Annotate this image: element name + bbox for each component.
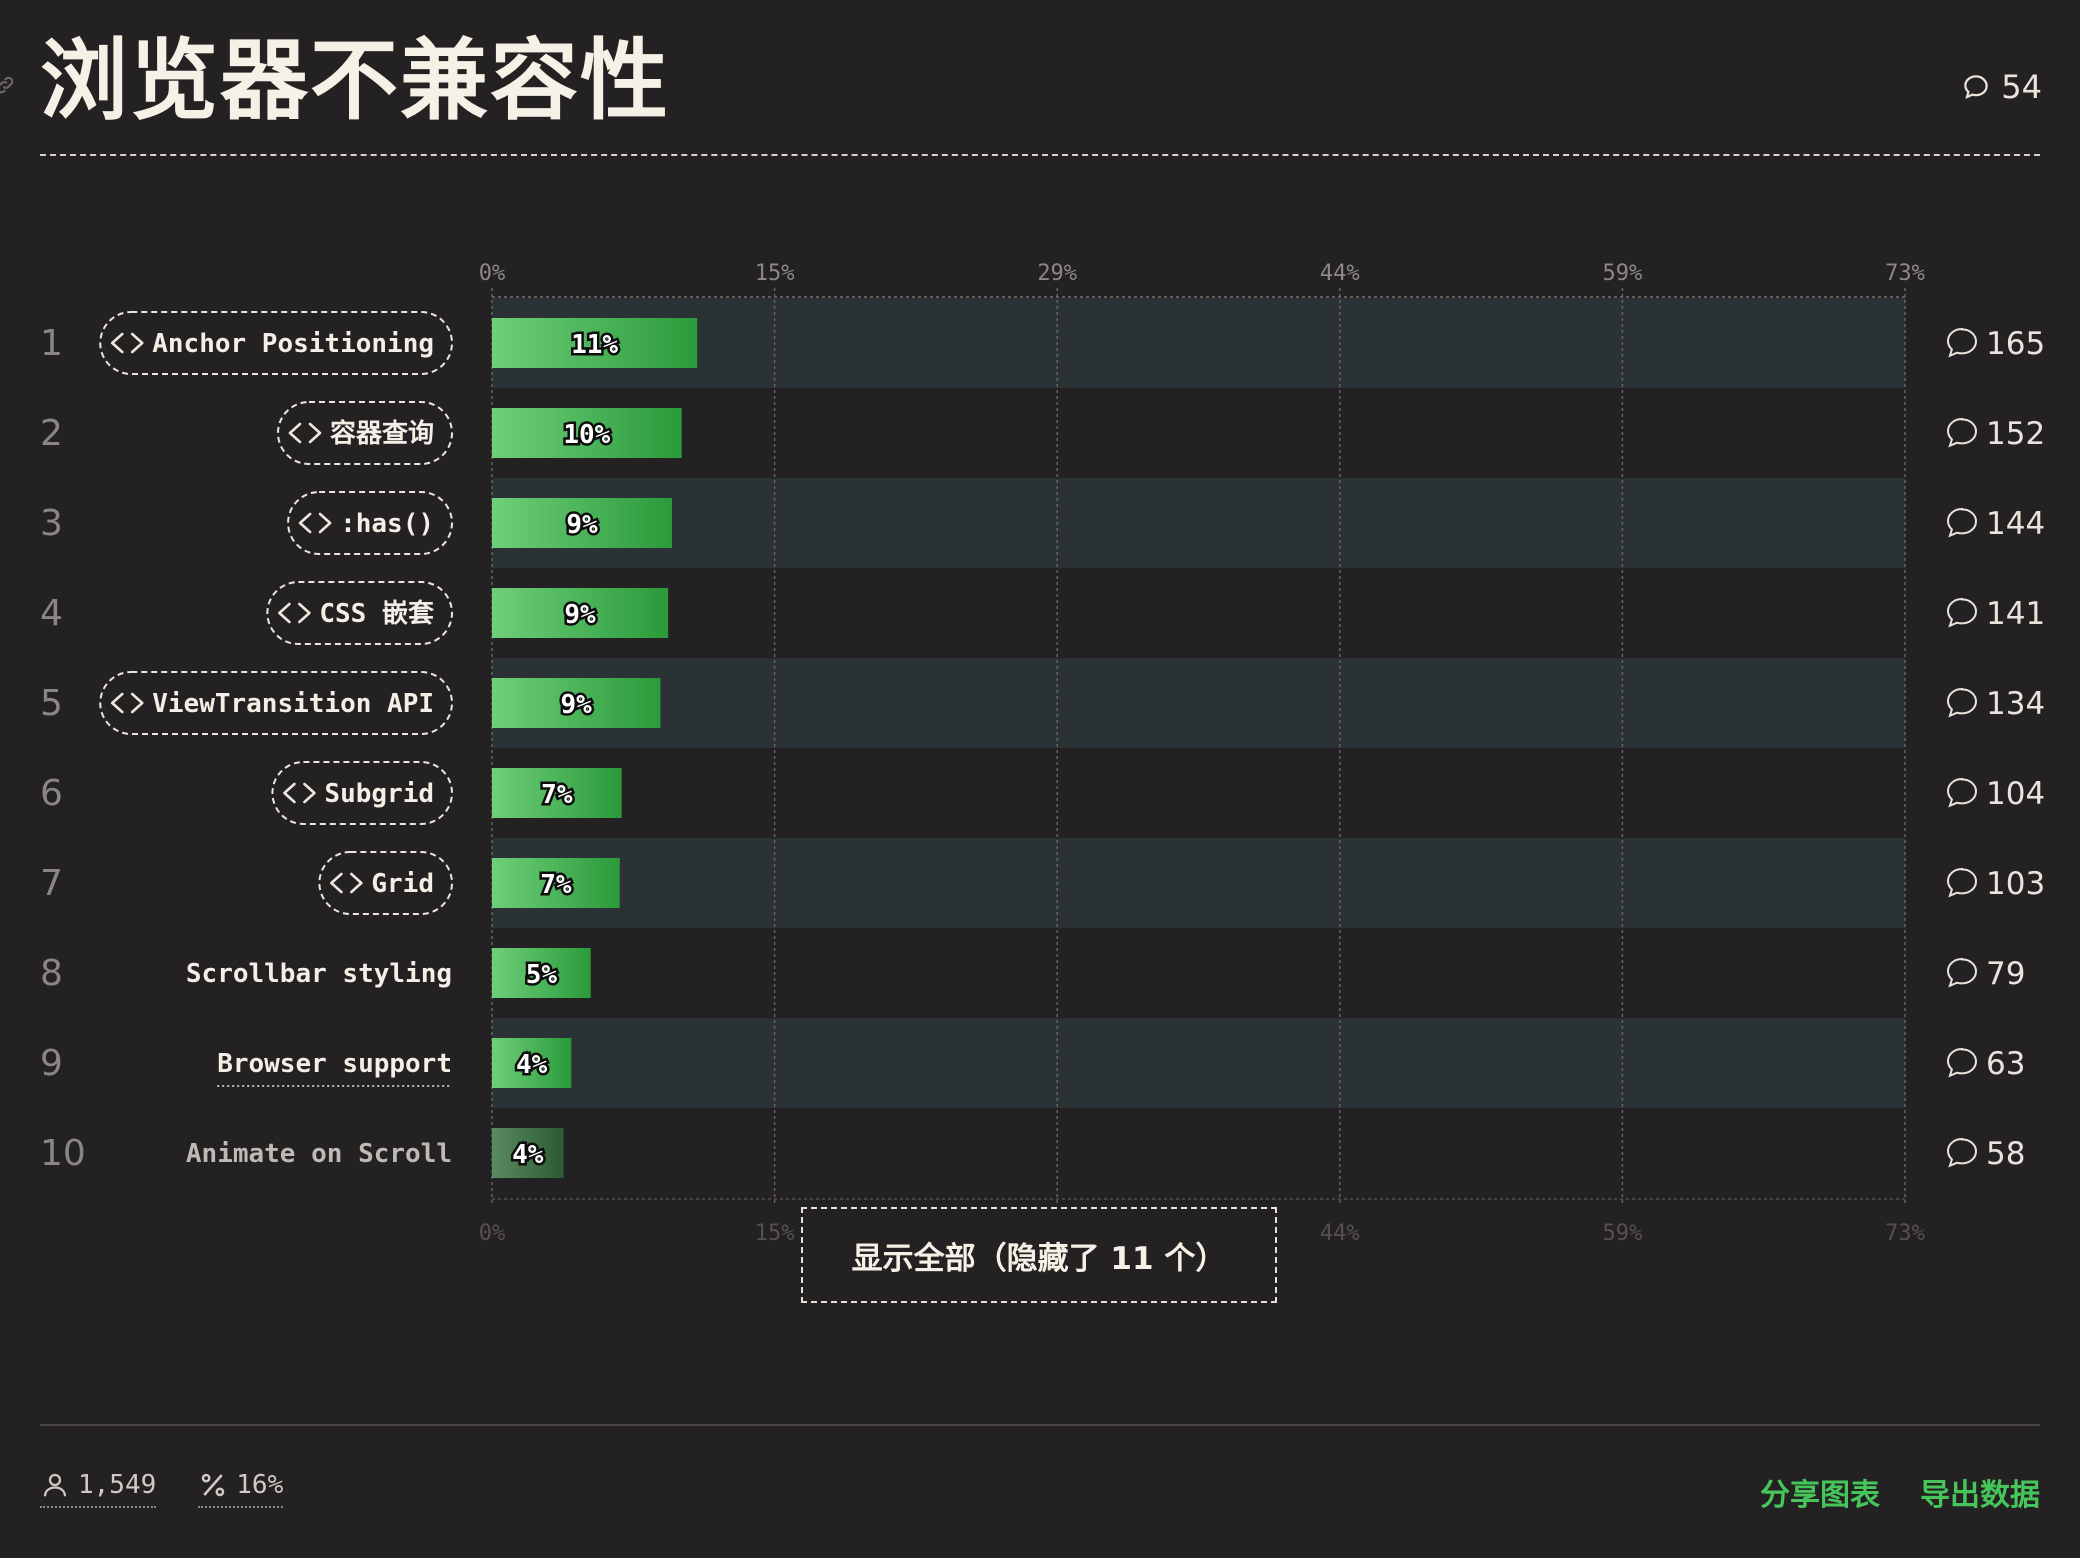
- x-tick-label-bottom: 59%: [1603, 1221, 1643, 1246]
- percentage-value: 16%: [236, 1470, 284, 1500]
- comment-bubble-icon: [1946, 867, 1978, 898]
- user-icon: [43, 1473, 67, 1497]
- row-rank: 1: [40, 323, 63, 364]
- comment-bubble-icon: [1946, 1137, 1978, 1168]
- comment-bubble-icon: [1946, 687, 1978, 718]
- code-brackets-icon: [283, 782, 316, 804]
- x-tick-label-bottom: 0%: [479, 1221, 506, 1246]
- row-band: [492, 478, 1905, 568]
- feature-tag[interactable]: ViewTransition API: [99, 671, 453, 735]
- comment-bubble-icon: [1946, 597, 1978, 628]
- x-tick-label-bottom: 73%: [1885, 1221, 1925, 1246]
- bar-value-label: 11%: [571, 330, 618, 360]
- bar-value-label: 5%: [526, 960, 558, 990]
- category-label: Browser support: [217, 1049, 452, 1079]
- feature-tag[interactable]: Anchor Positioning: [99, 311, 453, 375]
- x-tick-label-top: 29%: [1037, 261, 1077, 286]
- code-brackets-icon: [288, 422, 322, 444]
- comment-bubble-icon: [1946, 777, 1978, 808]
- row-comment-count: 58: [1986, 1136, 2025, 1172]
- respondents-count: 1,549: [78, 1470, 157, 1500]
- row-band: [492, 658, 1905, 748]
- bar-value-label: 4%: [512, 1140, 544, 1170]
- bar-value-label: 10%: [563, 420, 610, 450]
- category-label: ViewTransition API: [152, 689, 434, 719]
- x-tick-label-top: 73%: [1885, 261, 1925, 286]
- feature-tag[interactable]: Subgrid: [271, 761, 453, 825]
- row-band: [492, 838, 1905, 928]
- category-label: Anchor Positioning: [152, 329, 434, 359]
- comment-bubble-icon: [1946, 327, 1978, 358]
- respondents-stat[interactable]: 1,549: [40, 1470, 157, 1508]
- bar-value-label: 7%: [541, 780, 573, 810]
- row-rank: 9: [40, 1043, 63, 1084]
- footer-actions: 分享图表 导出数据: [1760, 1470, 2040, 1514]
- category-label: CSS 嵌套: [319, 598, 435, 629]
- row-rank: 8: [40, 953, 63, 994]
- category-label: Scrollbar styling: [186, 959, 452, 989]
- row-rank: 10: [40, 1133, 86, 1174]
- x-tick-label-bottom: 44%: [1320, 1221, 1360, 1246]
- comment-bubble-icon: [1946, 417, 1978, 448]
- feature-tag[interactable]: 容器查询: [276, 401, 453, 465]
- row-rank: 5: [40, 683, 63, 724]
- footer-stats: 1,549 16%: [40, 1470, 284, 1508]
- row-comment-count: 134: [1986, 686, 2045, 722]
- row-comment-count: 152: [1986, 416, 2045, 452]
- x-tick-label-top: 44%: [1320, 261, 1360, 286]
- code-brackets-icon: [278, 602, 311, 624]
- row-comment-count: 79: [1986, 956, 2025, 992]
- row-rank: 7: [40, 863, 63, 904]
- row-comment-count: 103: [1986, 866, 2045, 902]
- bar-value-label: 4%: [516, 1050, 548, 1080]
- code-brackets-icon: [330, 872, 363, 894]
- row-comment-count: 63: [1986, 1046, 2025, 1082]
- show-all-button[interactable]: 显示全部（隐藏了 11 个）: [801, 1207, 1277, 1303]
- category-label: Grid: [371, 869, 434, 899]
- percent-icon: [202, 1473, 225, 1497]
- row-rank: 4: [40, 593, 63, 634]
- category-label: 容器查询: [330, 418, 434, 449]
- code-brackets-icon: [110, 692, 144, 714]
- bar-value-label: 9%: [564, 600, 596, 630]
- row-comment-count: 141: [1986, 596, 2045, 632]
- feature-tag[interactable]: CSS 嵌套: [266, 581, 453, 645]
- row-rank: 3: [40, 503, 63, 544]
- feature-tag[interactable]: Grid: [318, 851, 453, 915]
- bar-value-label: 9%: [566, 510, 598, 540]
- row-band: [492, 1018, 1905, 1108]
- feature-tag[interactable]: :has(): [287, 491, 453, 555]
- row-rank: 2: [40, 413, 63, 454]
- row-comment-count: 104: [1986, 776, 2045, 812]
- x-tick-label-top: 15%: [755, 261, 795, 286]
- bar-chart: 0%0%15%15%29%29%44%44%59%59%73%73%1Ancho…: [40, 261, 2045, 1246]
- comment-bubble-icon: [1946, 957, 1978, 988]
- x-tick-label-bottom: 15%: [755, 1221, 795, 1246]
- category-label: Animate on Scroll: [186, 1139, 452, 1169]
- row-comment-count: 165: [1986, 326, 2045, 362]
- percentage-stat[interactable]: 16%: [198, 1470, 284, 1508]
- bar-value-label: 9%: [561, 690, 593, 720]
- row-rank: 6: [40, 773, 63, 814]
- code-brackets-icon: [110, 332, 144, 354]
- category-label: Subgrid: [324, 779, 434, 809]
- row-comment-count: 144: [1986, 506, 2045, 542]
- row-band: [492, 298, 1905, 388]
- bar-value-label: 7%: [540, 870, 572, 900]
- code-brackets-icon: [298, 512, 332, 534]
- comment-bubble-icon: [1946, 1047, 1978, 1078]
- comment-bubble-icon: [1946, 507, 1978, 538]
- category-label: :has(): [340, 509, 434, 539]
- footer-divider: [40, 1424, 2040, 1426]
- export-data-link[interactable]: 导出数据: [1920, 1470, 2040, 1514]
- x-tick-label-top: 0%: [479, 261, 506, 286]
- x-tick-label-top: 59%: [1603, 261, 1643, 286]
- share-chart-link[interactable]: 分享图表: [1760, 1470, 1880, 1514]
